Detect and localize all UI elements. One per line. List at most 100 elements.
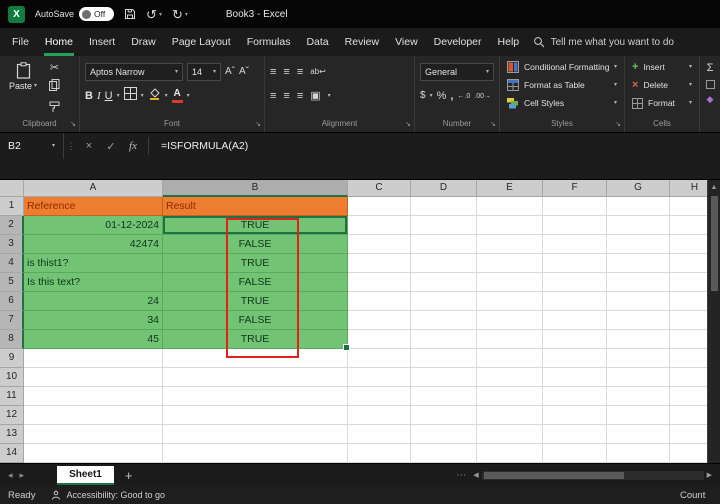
cell-F10[interactable] xyxy=(543,368,607,387)
cell-D12[interactable] xyxy=(411,406,477,425)
cell-A13[interactable] xyxy=(24,425,163,444)
cell-E10[interactable] xyxy=(477,368,543,387)
align-center-icon[interactable]: ≡ xyxy=(283,90,289,102)
cell-E5[interactable] xyxy=(477,273,543,292)
cell-F7[interactable] xyxy=(543,311,607,330)
col-header-F[interactable]: F xyxy=(543,180,607,197)
cell-G6[interactable] xyxy=(607,292,670,311)
cell-A10[interactable] xyxy=(24,368,163,387)
row-header-10[interactable]: 10 xyxy=(0,368,24,387)
cell-C2[interactable] xyxy=(348,216,411,235)
cell-F11[interactable] xyxy=(543,387,607,406)
row-header-7[interactable]: 7 xyxy=(0,311,24,330)
copy-button[interactable] xyxy=(49,78,60,96)
sheet-tab-sheet1[interactable]: Sheet1 xyxy=(57,465,114,485)
cell-E9[interactable] xyxy=(477,349,543,368)
italic-button[interactable]: I xyxy=(97,90,101,102)
cell-C13[interactable] xyxy=(348,425,411,444)
add-sheet-button[interactable]: + xyxy=(125,468,133,483)
underline-button[interactable]: U xyxy=(105,90,113,102)
cell-G2[interactable] xyxy=(607,216,670,235)
format-cells-button[interactable]: Format ▾ xyxy=(630,94,694,112)
comma-style-icon[interactable]: , xyxy=(450,90,453,102)
decrease-font-size-icon[interactable]: Aˇ xyxy=(239,67,249,77)
fill-handle[interactable] xyxy=(343,344,350,351)
cell-C4[interactable] xyxy=(348,254,411,273)
cell-B12[interactable] xyxy=(163,406,348,425)
format-painter-button[interactable] xyxy=(49,100,60,118)
tab-overflow-icon[interactable]: ⋯ xyxy=(456,470,466,481)
cell-F13[interactable] xyxy=(543,425,607,444)
name-box[interactable]: B2 ▾ xyxy=(0,133,64,159)
cell-G1[interactable] xyxy=(607,197,670,216)
bold-button[interactable]: B xyxy=(85,90,93,102)
analyze-data-icon[interactable]: ◆ xyxy=(707,95,714,104)
ribbon-tab-data[interactable]: Data xyxy=(298,28,336,56)
cell-F3[interactable] xyxy=(543,235,607,254)
ribbon-tab-page-layout[interactable]: Page Layout xyxy=(164,28,239,56)
cell-E14[interactable] xyxy=(477,444,543,463)
save-button[interactable] xyxy=(124,8,136,20)
cell-F14[interactable] xyxy=(543,444,607,463)
autosave-toggle[interactable]: Off xyxy=(79,7,115,21)
col-header-A[interactable]: A xyxy=(24,180,163,197)
insert-function-button[interactable]: fx xyxy=(122,140,144,152)
cell-G4[interactable] xyxy=(607,254,670,273)
scroll-up-icon[interactable]: ▲ xyxy=(711,184,718,191)
cell-C11[interactable] xyxy=(348,387,411,406)
cell-C5[interactable] xyxy=(348,273,411,292)
decrease-decimal-icon[interactable]: .00→ xyxy=(474,93,491,100)
cell-A3[interactable]: 42474 xyxy=(24,235,163,254)
sheet-nav-right-icon[interactable]: ▸ xyxy=(20,470,25,481)
alignment-dialog-launcher[interactable]: ↘ xyxy=(405,119,411,130)
delete-cells-button[interactable]: × Delete ▾ xyxy=(630,76,694,94)
cell-F9[interactable] xyxy=(543,349,607,368)
row-header-6[interactable]: 6 xyxy=(0,292,24,311)
editing-icon[interactable] xyxy=(705,80,715,89)
cell-G7[interactable] xyxy=(607,311,670,330)
cell-E7[interactable] xyxy=(477,311,543,330)
cell-D14[interactable] xyxy=(411,444,477,463)
row-header-3[interactable]: 3 xyxy=(0,235,24,254)
cell-C6[interactable] xyxy=(348,292,411,311)
styles-dialog-launcher[interactable]: ↘ xyxy=(615,119,621,130)
cell-E2[interactable] xyxy=(477,216,543,235)
cell-E8[interactable] xyxy=(477,330,543,349)
font-name-combo[interactable]: Aptos Narrow ▾ xyxy=(85,63,183,81)
cell-B11[interactable] xyxy=(163,387,348,406)
cell-A14[interactable] xyxy=(24,444,163,463)
cell-G14[interactable] xyxy=(607,444,670,463)
scroll-right-icon[interactable]: ▶ xyxy=(707,471,712,479)
ribbon-tab-developer[interactable]: Developer xyxy=(426,28,490,56)
row-header-12[interactable]: 12 xyxy=(0,406,24,425)
row-header-1[interactable]: 1 xyxy=(0,197,24,216)
col-header-G[interactable]: G xyxy=(607,180,670,197)
paste-button[interactable]: Paste ▾ xyxy=(5,60,41,118)
align-left-icon[interactable]: ≡ xyxy=(270,90,276,102)
cell-styles-button[interactable]: Cell Styles ▾ xyxy=(505,94,619,112)
cell-G10[interactable] xyxy=(607,368,670,387)
cell-E1[interactable] xyxy=(477,197,543,216)
cell-B1[interactable]: Result xyxy=(163,197,348,216)
cell-C9[interactable] xyxy=(348,349,411,368)
ribbon-tab-view[interactable]: View xyxy=(387,28,426,56)
cell-D8[interactable] xyxy=(411,330,477,349)
fill-color-button[interactable] xyxy=(148,87,161,105)
cell-G11[interactable] xyxy=(607,387,670,406)
cell-G3[interactable] xyxy=(607,235,670,254)
cell-A6[interactable]: 24 xyxy=(24,292,163,311)
cell-C14[interactable] xyxy=(348,444,411,463)
ribbon-tab-file[interactable]: File xyxy=(4,28,37,56)
vertical-scrollbar[interactable]: ▲ xyxy=(707,180,720,463)
cut-icon[interactable]: ✂ xyxy=(49,63,60,74)
borders-button[interactable] xyxy=(123,87,137,105)
cell-E6[interactable] xyxy=(477,292,543,311)
select-all-button[interactable] xyxy=(0,180,24,197)
cell-F2[interactable] xyxy=(543,216,607,235)
sheet-nav-left-icon[interactable]: ◂ xyxy=(8,470,13,481)
cell-F5[interactable] xyxy=(543,273,607,292)
horizontal-scrollbar-thumb[interactable] xyxy=(483,471,624,479)
wrap-text-icon[interactable]: ab↩ xyxy=(310,68,326,76)
cell-C10[interactable] xyxy=(348,368,411,387)
cell-F6[interactable] xyxy=(543,292,607,311)
